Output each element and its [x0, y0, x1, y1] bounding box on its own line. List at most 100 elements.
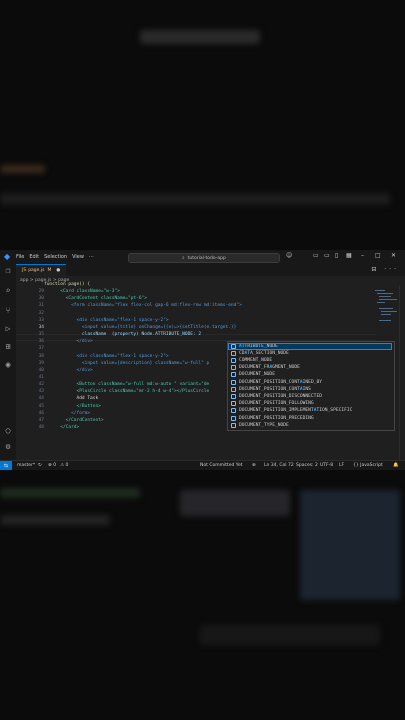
indentation[interactable]: Spaces: 2: [296, 463, 318, 468]
code-line[interactable]: Add Task: [44, 396, 99, 401]
encoding[interactable]: UTF-8: [320, 463, 333, 468]
code-line[interactable]: <PlusCircle className="mr-2 h-4 w-4"></P…: [44, 389, 210, 394]
suggestion-item[interactable]: DOCUMENT_POSITION_CONTAINED_BY: [228, 379, 392, 386]
error-count[interactable]: ⊗ 0: [48, 463, 56, 468]
minimap[interactable]: [375, 288, 399, 348]
js-file-icon: JS: [22, 268, 27, 273]
customize-layout-icon[interactable]: ▦: [346, 252, 352, 259]
code-line[interactable]: <form className="flex flex-col gap-6 md:…: [44, 303, 242, 308]
code-line[interactable]: <CardContent className="pt-6">: [44, 296, 147, 301]
cursor-position[interactable]: Ln 34, Col 72: [264, 463, 294, 468]
autocomplete-suggest-widget[interactable]: ATTRIBUTE_NODE CDATA_SECTION_NODE COMMENT_…: [227, 341, 395, 431]
close-window-icon[interactable]: ✕: [391, 252, 396, 259]
code-line[interactable]: </Button>: [44, 404, 101, 409]
suggestion-item[interactable]: DOCUMENT_TYPE_NODE: [228, 422, 392, 429]
explorer-icon[interactable]: ❐: [3, 266, 13, 276]
suggestion-item[interactable]: DOCUMENT_FRAGMENT_NODE: [228, 364, 392, 371]
layout-icon[interactable]: ▭: [313, 252, 319, 259]
git-branch[interactable]: master*: [17, 463, 35, 468]
source-control-icon[interactable]: ⑂: [3, 306, 13, 316]
notifications-icon[interactable]: 🔔: [393, 463, 399, 468]
tab-filename: page.js: [28, 268, 45, 273]
language-mode[interactable]: {} JavaScript: [353, 463, 383, 468]
property-icon: [231, 357, 236, 363]
account-icon[interactable]: ◯: [3, 426, 13, 436]
tab-page-js[interactable]: JS page.js M ●: [16, 264, 66, 276]
code-line[interactable]: </CardContent>: [44, 418, 104, 423]
code-line[interactable]: <div className="flex-1 space-y-2">: [44, 354, 169, 359]
menu-edit[interactable]: Edit: [29, 254, 39, 260]
breadcrumb-item[interactable]: app: [20, 278, 28, 283]
suggestion-item[interactable]: COMMENT_NODE: [228, 357, 392, 364]
suggestion-label: DOCUMENT_POSITION_DISCONNECTED: [239, 393, 322, 399]
code-line[interactable]: </form>: [44, 411, 90, 416]
vscode-logo-icon: ◆: [4, 252, 11, 261]
remote-indicator-icon[interactable]: ⇆: [0, 461, 12, 470]
line-number: 35: [38, 332, 44, 338]
code-line[interactable]: </div>: [44, 339, 93, 344]
minimize-icon[interactable]: –: [361, 252, 364, 259]
line-number: 36: [38, 339, 44, 345]
run-debug-icon[interactable]: ▷: [3, 324, 13, 334]
code-line[interactable]: <Button className="w-full md:w-auto " va…: [44, 382, 210, 387]
suggestion-item[interactable]: ATTRIBUTE_NODE: [228, 342, 392, 350]
sync-icon[interactable]: ↻: [38, 463, 42, 468]
suggestion-label: CDATA_SECTION_NODE: [239, 350, 289, 356]
line-number: 48: [38, 425, 44, 430]
status-bar: ⇆ master* ↻ ⊗ 0 ⚠ 0 Not Committed Yet ⊕ …: [0, 460, 405, 470]
suggestion-item[interactable]: DOCUMENT_POSITION_CONTAINS: [228, 386, 392, 393]
property-icon: [231, 379, 236, 385]
code-line[interactable]: <input value={title} onChange={(e)=>{set…: [44, 325, 236, 330]
code-line[interactable]: <div className="flex-1 space-y-2">: [44, 318, 169, 323]
git-blame[interactable]: Not Committed Yet: [200, 463, 243, 468]
line-number: 41: [38, 374, 44, 380]
menu-view[interactable]: View: [72, 254, 84, 260]
suggestion-label: COMMENT_NODE: [239, 357, 273, 363]
suggestion-label: DOCUMENT_NODE: [239, 372, 275, 378]
sidebar-icon[interactable]: ▯: [335, 252, 338, 259]
editor-actions-icon[interactable]: ⊟ ···: [371, 266, 399, 273]
suggestion-label: DOCUMENT_TYPE_NODE: [239, 422, 289, 428]
warning-count[interactable]: ⚠ 0: [60, 463, 68, 468]
code-line[interactable]: </div>: [44, 368, 93, 373]
menu-file[interactable]: File: [16, 254, 24, 260]
search-text: tutorial-todo-app: [187, 255, 226, 261]
suggestion-label: DOCUMENT_POSITION_FOLLOWING: [239, 401, 314, 407]
code-line[interactable]: <Card className="w-3">: [44, 289, 120, 294]
suggestion-item[interactable]: CDATA_SECTION_NODE: [228, 350, 392, 357]
menu-more[interactable]: ···: [89, 254, 94, 260]
search-icon[interactable]: ⌕: [3, 286, 13, 296]
line-number: 38: [38, 353, 44, 359]
zoom-icon[interactable]: ⊕: [252, 463, 256, 468]
property-icon: [231, 372, 236, 378]
maximize-icon[interactable]: □: [375, 252, 381, 259]
panel-icon[interactable]: ▭: [324, 252, 330, 259]
suggestion-item[interactable]: DOCUMENT_NODE: [228, 371, 392, 378]
vertical-scrollbar[interactable]: [399, 285, 405, 460]
suggestion-label: DOCUMENT_POSITION_IMPLEMENTATION_SPECIFI…: [239, 408, 353, 414]
copilot-chat-icon[interactable]: ◉: [3, 360, 13, 370]
code-line[interactable]: function page() {: [44, 282, 90, 287]
property-icon: [231, 415, 236, 421]
command-center-search[interactable]: ⌕ tutorial-todo-app: [128, 253, 280, 263]
suggestion-item[interactable]: DOCUMENT_POSITION_IMPLEMENTATION_SPECIFI…: [228, 407, 392, 414]
suggestion-label: DOCUMENT_POSITION_PRECEDING: [239, 415, 314, 421]
settings-icon[interactable]: ⚙: [3, 442, 13, 452]
line-number: 37: [38, 346, 44, 352]
suggestion-item[interactable]: DOCUMENT_POSITION_FOLLOWING: [228, 400, 392, 407]
menu-selection[interactable]: Selection: [44, 254, 67, 260]
close-tab-icon[interactable]: ●: [56, 268, 60, 273]
copilot-icon[interactable]: ☺: [286, 252, 292, 259]
extensions-icon[interactable]: ⊞: [3, 342, 13, 352]
suggestion-item[interactable]: DOCUMENT_POSITION_PRECEDING: [228, 415, 392, 422]
line-number: 46: [38, 410, 44, 416]
code-line[interactable]: </Card>: [44, 425, 79, 430]
property-icon: [231, 422, 236, 428]
code-line[interactable]: className (property) Node.ATTRIBUTE_NODE…: [44, 332, 201, 337]
suggestion-item[interactable]: DOCUMENT_POSITION_DISCONNECTED: [228, 393, 392, 400]
code-line[interactable]: <input value={description} className="w-…: [44, 361, 209, 366]
property-icon: [231, 343, 236, 349]
property-icon: [231, 393, 236, 399]
line-number: 42: [38, 382, 44, 388]
end-of-line[interactable]: LF: [339, 463, 344, 468]
